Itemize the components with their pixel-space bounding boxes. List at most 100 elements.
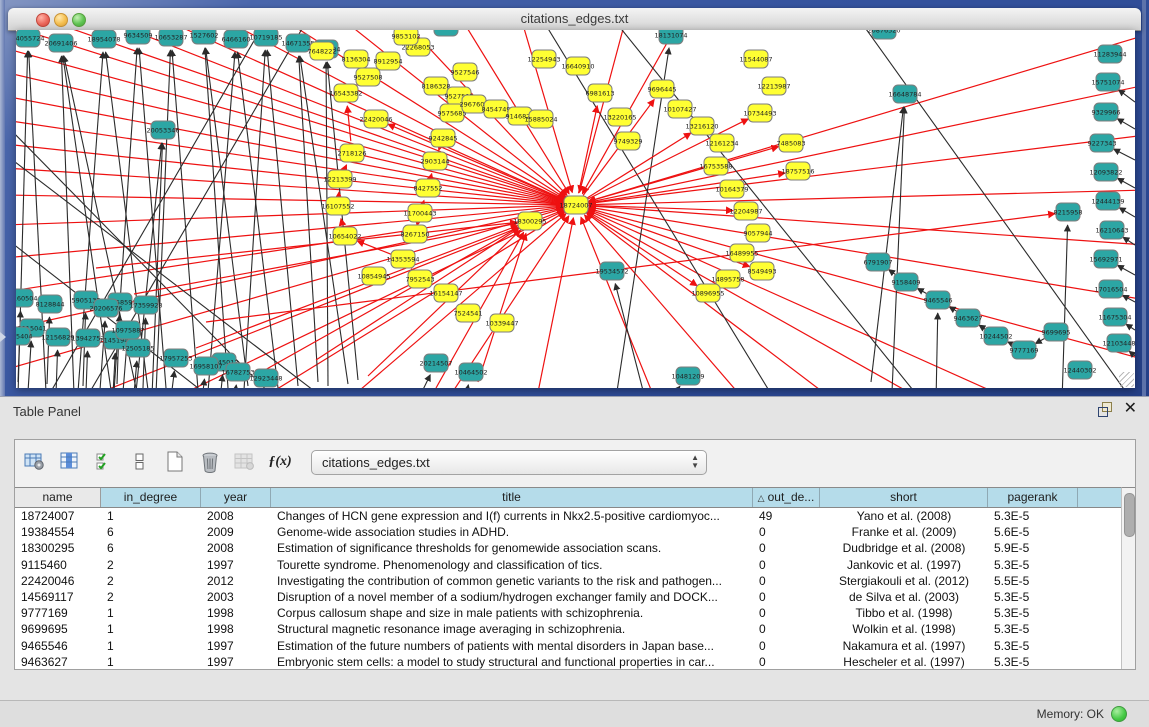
network-node[interactable]: 12213399 bbox=[323, 170, 356, 188]
network-node[interactable]: 13220165 bbox=[603, 108, 636, 126]
show-columns-button[interactable] bbox=[55, 447, 85, 477]
network-node[interactable]: 10654022 bbox=[328, 227, 361, 245]
network-node[interactable]: 9227343 bbox=[1088, 134, 1117, 152]
network-node[interactable]: 18954078 bbox=[87, 30, 120, 48]
table-row[interactable]: 946362711997Embryonic stem cells: a mode… bbox=[15, 654, 1123, 670]
node-table[interactable]: namein_degreeyeartitle△out_de...shortpag… bbox=[15, 487, 1124, 669]
network-node[interactable]: 9057944 bbox=[744, 224, 773, 242]
network-node[interactable]: 10653287 bbox=[154, 30, 187, 46]
network-node[interactable]: 11700443 bbox=[403, 204, 436, 222]
network-node[interactable]: 8267150 bbox=[401, 225, 430, 243]
network-node[interactable]: 2718126 bbox=[338, 144, 367, 162]
table-row[interactable]: 1872400712008Changes of HCN gene express… bbox=[15, 508, 1123, 524]
network-node[interactable]: 14353594 bbox=[386, 250, 419, 268]
table-header-row[interactable]: namein_degreeyeartitle△out_de...shortpag… bbox=[15, 488, 1123, 508]
column-header-indegree[interactable]: in_degree bbox=[101, 488, 201, 507]
network-node[interactable]: 20206576 bbox=[89, 299, 122, 317]
table-row[interactable]: 2242004622012Investigating the contribut… bbox=[15, 573, 1123, 589]
network-node[interactable]: 6791907 bbox=[864, 253, 893, 271]
table-row[interactable]: 969969511998Structural magnetic resonanc… bbox=[15, 621, 1123, 637]
network-node[interactable]: 9696445 bbox=[648, 80, 677, 98]
network-node[interactable]: 14055724 bbox=[16, 30, 45, 47]
network-node[interactable]: 19534572 bbox=[595, 262, 628, 280]
network-node[interactable]: 10719185 bbox=[249, 30, 282, 46]
table-row[interactable]: 1456911722003Disruption of a novel membe… bbox=[15, 589, 1123, 605]
table-row[interactable]: 1830029562008Estimation of significance … bbox=[15, 540, 1123, 556]
network-node[interactable]: 10854945 bbox=[357, 267, 390, 285]
network-node[interactable]: 11283944 bbox=[1093, 45, 1126, 63]
column-header-short[interactable]: short bbox=[820, 488, 988, 507]
network-node[interactable]: 9699695 bbox=[1042, 323, 1071, 341]
delete-column-button[interactable] bbox=[195, 447, 225, 477]
network-node[interactable]: 12440302 bbox=[1063, 361, 1096, 379]
network-node[interactable]: 12093822 bbox=[1089, 163, 1122, 181]
network-node[interactable]: 2903144 bbox=[421, 152, 450, 170]
network-node[interactable]: 10107427 bbox=[663, 100, 696, 118]
network-node[interactable]: 9465546 bbox=[924, 291, 953, 309]
network-node[interactable]: 11675304 bbox=[1098, 308, 1131, 326]
column-header-name[interactable]: name bbox=[15, 488, 101, 507]
network-node[interactable]: 12505185 bbox=[121, 339, 154, 357]
network-node[interactable]: 12444139 bbox=[1091, 192, 1124, 210]
network-node[interactable]: 16753588 bbox=[699, 157, 732, 175]
network-node[interactable]: 15692971 bbox=[1089, 250, 1122, 268]
network-node[interactable]: 10244502 bbox=[979, 327, 1012, 345]
network-node[interactable]: 10896955 bbox=[691, 284, 724, 302]
network-node[interactable]: 8427552 bbox=[414, 179, 443, 197]
network-view[interactable]: 18724007 18300295 1405572420691406 18954078… bbox=[16, 30, 1135, 388]
network-node[interactable]: 18724007 bbox=[559, 196, 592, 214]
network-node[interactable]: 7648222 bbox=[308, 42, 337, 60]
network-node[interactable]: 17016504 bbox=[1094, 280, 1127, 298]
scrollbar-thumb[interactable] bbox=[1124, 493, 1135, 537]
network-node[interactable]: 20691406 bbox=[44, 34, 77, 52]
network-node[interactable]: 8912954 bbox=[374, 52, 403, 70]
network-node[interactable]: 8215958 bbox=[1054, 203, 1083, 221]
network-node[interactable]: 26160504 bbox=[16, 289, 38, 307]
network-node[interactable]: 18300295 bbox=[513, 212, 546, 230]
network-node[interactable]: 9158409 bbox=[892, 273, 921, 291]
network-node[interactable]: 6981613 bbox=[586, 84, 615, 102]
network-canvas[interactable]: 18724007 18300295 1405572420691406 18954078… bbox=[16, 30, 1135, 388]
network-node[interactable]: 10164379 bbox=[715, 180, 748, 198]
network-node[interactable]: 7524541 bbox=[454, 304, 483, 322]
panel-collapse-arrow-icon[interactable] bbox=[0, 332, 6, 342]
network-node[interactable]: 10975887 bbox=[111, 321, 144, 339]
network-node[interactable]: 17359928 bbox=[129, 296, 162, 314]
network-node[interactable]: 12204987 bbox=[729, 202, 762, 220]
network-node[interactable]: 12156829 bbox=[41, 328, 74, 346]
network-node[interactable]: 9527546 bbox=[451, 63, 480, 81]
network-node[interactable]: 9749329 bbox=[614, 132, 643, 150]
network-node[interactable]: 18131074 bbox=[654, 30, 687, 44]
table-vertical-scrollbar[interactable] bbox=[1121, 487, 1135, 669]
network-node[interactable]: 9853102 bbox=[392, 30, 421, 45]
close-panel-icon[interactable]: ✕ bbox=[1124, 402, 1137, 416]
table-row[interactable]: 977716911998Corpus callosum shape and si… bbox=[15, 605, 1123, 621]
network-node[interactable]: 16640910 bbox=[561, 57, 594, 75]
row-height-button[interactable] bbox=[125, 447, 155, 477]
network-node[interactable]: 13216120 bbox=[685, 117, 718, 135]
network-node[interactable]: 15751074 bbox=[1091, 73, 1124, 91]
column-header-pagerank[interactable]: pagerank bbox=[988, 488, 1078, 507]
network-node[interactable]: 12161234 bbox=[705, 134, 738, 152]
memory-status-icon[interactable] bbox=[1111, 706, 1127, 722]
network-node[interactable]: 18757516 bbox=[781, 162, 814, 180]
column-header-year[interactable]: year bbox=[201, 488, 271, 507]
select-rows-button[interactable] bbox=[90, 447, 120, 477]
table-row[interactable]: 911546021997Tourette syndrome. Phenomeno… bbox=[15, 557, 1123, 573]
function-builder-button[interactable]: ƒ(x) bbox=[265, 447, 295, 477]
network-node[interactable]: 9329966 bbox=[1092, 103, 1121, 121]
network-node[interactable]: 1527602 bbox=[190, 30, 219, 44]
network-node[interactable]: 10339447 bbox=[485, 314, 518, 332]
network-node[interactable]: 15885024 bbox=[524, 110, 557, 128]
network-node[interactable]: 16107552 bbox=[321, 197, 354, 215]
network-node[interactable]: 16210643 bbox=[1095, 221, 1128, 239]
column-header-outde[interactable]: △out_de... bbox=[753, 488, 820, 507]
network-node[interactable]: 8813054 bbox=[432, 30, 461, 36]
network-node[interactable]: 9527508 bbox=[354, 68, 383, 86]
table-selector-dropdown[interactable]: citations_edges.txt ▲▼ bbox=[311, 450, 707, 475]
network-node[interactable]: 17957253 bbox=[159, 349, 192, 367]
network-node[interactable]: 12103448 bbox=[1102, 334, 1135, 352]
network-node[interactable]: 16489955 bbox=[725, 244, 758, 262]
network-node[interactable]: 12254943 bbox=[527, 50, 560, 68]
network-node[interactable]: 11544087 bbox=[739, 50, 772, 68]
